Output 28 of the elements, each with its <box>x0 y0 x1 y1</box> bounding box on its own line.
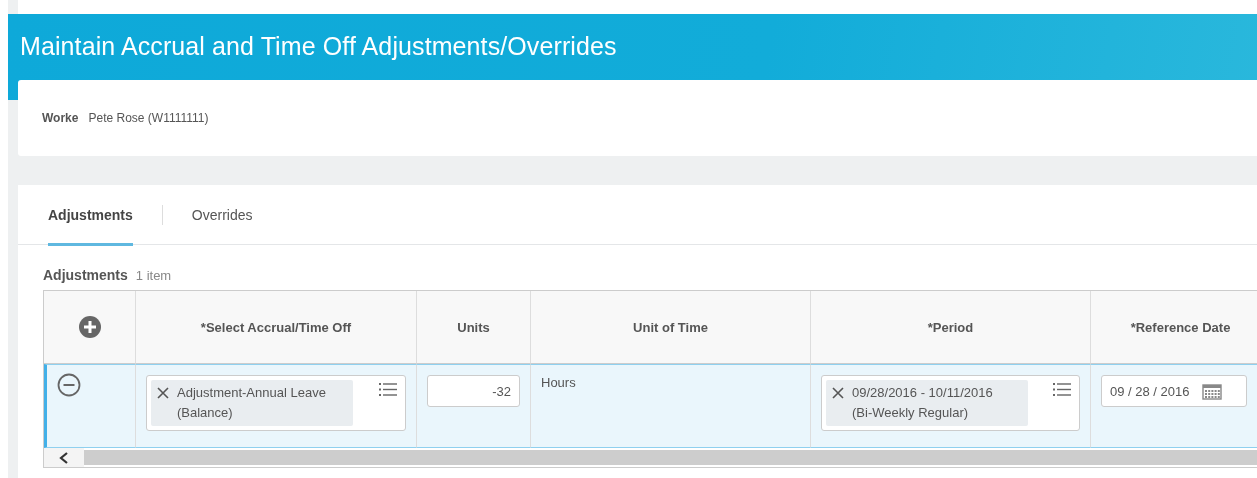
worker-label: Worke <box>42 111 79 125</box>
chip-text: Adjustment-Annual Leave (Balance) <box>177 384 327 422</box>
horizontal-scrollbar[interactable] <box>44 448 1257 467</box>
worker-value: Pete Rose (W1111111) <box>88 111 209 125</box>
remove-icon[interactable] <box>157 387 169 399</box>
accrual-prompt[interactable]: Adjustment-Annual Leave (Balance) <box>146 375 406 431</box>
remove-row-icon[interactable] <box>57 373 81 397</box>
period-prompt[interactable]: 09/28/2016 - 10/11/2016 (Bi-Weekly Regular) <box>821 375 1080 431</box>
remove-icon[interactable] <box>832 387 844 399</box>
unit-of-time: Hours <box>541 375 576 390</box>
column-header: Units <box>417 291 531 364</box>
tab[interactable]: Overrides <box>191 186 253 246</box>
page-title: Maintain Accrual and Time Off Adjustments/Overrides <box>20 32 618 61</box>
list-icon[interactable] <box>1053 382 1071 397</box>
column-header: *Reference Date <box>1091 291 1257 364</box>
chip-text: 09/28/2016 - 10/11/2016 (Bi-Weekly Regular) <box>852 384 994 422</box>
tab[interactable]: Adjustments <box>48 186 133 246</box>
units-field[interactable]: -32 <box>427 375 520 407</box>
date-field[interactable]: 09 / 28 / 2016 <box>1101 375 1247 407</box>
grid-title: Adjustments <box>43 267 128 283</box>
add-icon[interactable] <box>78 316 101 338</box>
item-count: 1 item <box>135 268 172 283</box>
scroll-left-icon[interactable] <box>59 451 69 464</box>
column-header: *Select Accrual/Time Off <box>136 291 417 364</box>
list-icon[interactable] <box>379 382 397 397</box>
column-header: Unit of Time <box>531 291 811 364</box>
column-header: *Period <box>811 291 1091 364</box>
calendar-icon[interactable] <box>1201 382 1222 400</box>
